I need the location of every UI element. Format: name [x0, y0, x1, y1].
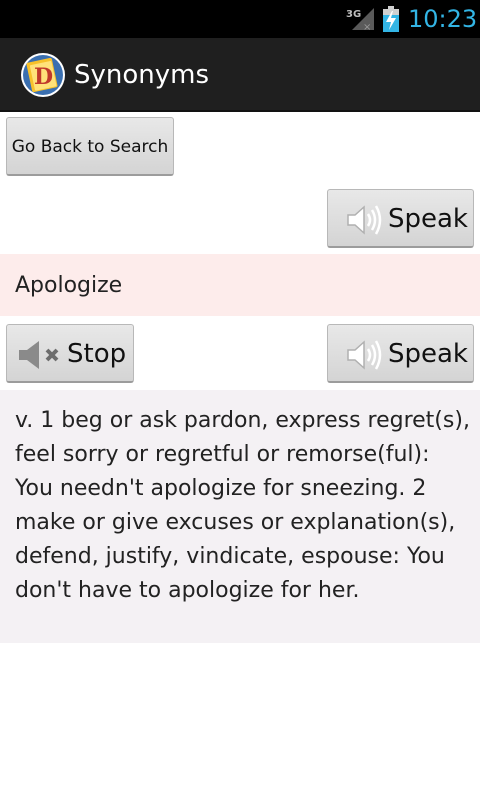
svg-text:3G: 3G	[346, 9, 361, 20]
status-bar: 3G × 10:23	[0, 0, 480, 38]
speak-button-label: Speak	[388, 339, 468, 369]
stop-button[interactable]: Stop	[6, 324, 134, 383]
go-back-to-search-button[interactable]: Go Back to Search	[6, 117, 174, 176]
speak-word-button[interactable]: Speak	[327, 189, 474, 248]
speaker-icon	[347, 205, 382, 235]
speaker-mute-icon	[19, 341, 59, 369]
speaker-icon	[347, 340, 382, 370]
word-heading: Apologize	[15, 273, 123, 298]
dictionary-book-icon[interactable]: D	[20, 52, 66, 98]
svg-text:×: ×	[363, 22, 371, 32]
app-title: Synonyms	[74, 60, 210, 90]
battery-charging-icon	[383, 6, 399, 32]
speak-button-label: Speak	[388, 204, 468, 234]
status-clock: 10:23	[408, 5, 478, 33]
svg-text:D: D	[34, 64, 53, 90]
signal-3g-icon: 3G ×	[346, 8, 374, 32]
definition-text: v. 1 beg or ask pardon, express regret(s…	[15, 408, 470, 603]
action-bar	[0, 38, 480, 112]
speak-definition-button[interactable]: Speak	[327, 324, 474, 383]
stop-button-label: Stop	[67, 339, 127, 369]
